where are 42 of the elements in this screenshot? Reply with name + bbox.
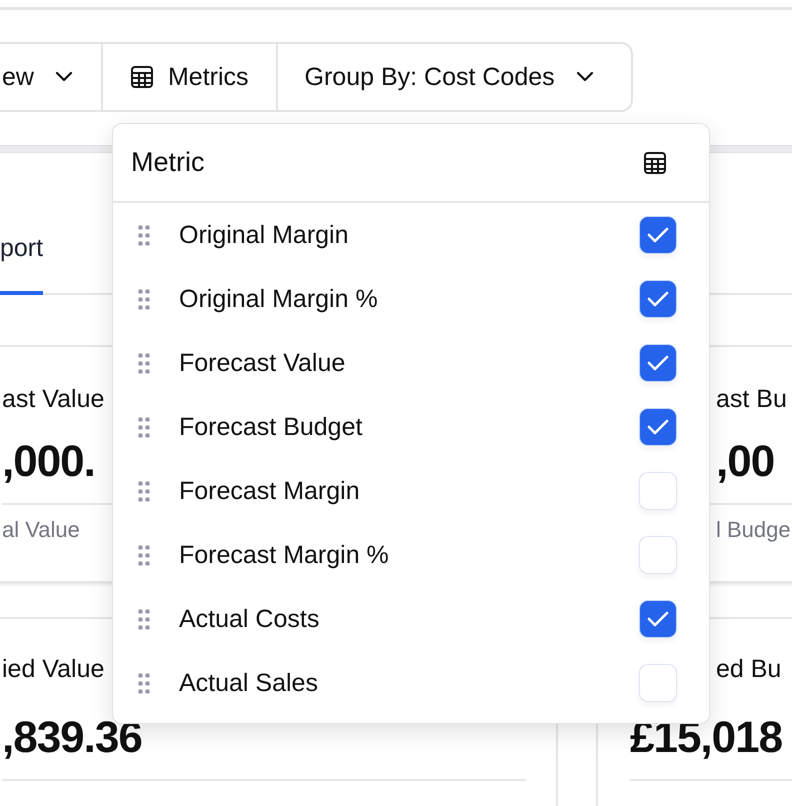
drag-handle-icon bbox=[138, 288, 150, 310]
checkbox[interactable] bbox=[639, 472, 677, 510]
checkbox[interactable] bbox=[639, 216, 677, 254]
check-icon bbox=[647, 226, 669, 244]
card-title: ast Value bbox=[2, 384, 104, 415]
drag-handle-icon bbox=[138, 544, 150, 566]
drag-handle-icon bbox=[138, 672, 150, 694]
metric-label: Forecast Margin bbox=[179, 476, 361, 506]
checkbox[interactable] bbox=[639, 664, 677, 702]
metric-label: Original Margin bbox=[179, 220, 350, 250]
metric-label: Actual Sales bbox=[179, 668, 319, 698]
tab[interactable]: port bbox=[0, 234, 44, 295]
check-icon bbox=[647, 610, 669, 628]
metric-label: Forecast Margin % bbox=[179, 540, 390, 570]
card-caption: l Budge bbox=[716, 516, 791, 544]
toolbar-button[interactable]: Metrics bbox=[102, 42, 278, 112]
card-title: ied Value bbox=[2, 654, 104, 685]
check-icon bbox=[647, 354, 669, 372]
checkbox[interactable] bbox=[639, 536, 677, 574]
checkbox[interactable] bbox=[639, 344, 677, 382]
metric-label: Actual Costs bbox=[179, 604, 320, 634]
check-icon bbox=[647, 290, 669, 308]
table-icon bbox=[130, 65, 154, 89]
drag-handle-icon bbox=[138, 224, 150, 246]
toolbar-button[interactable]: Group By: Cost Codes bbox=[278, 42, 633, 112]
metric-label: Forecast Budget bbox=[179, 412, 364, 442]
drag-handle-icon bbox=[138, 480, 150, 502]
toolbar-button[interactable]: ew bbox=[0, 42, 103, 112]
drag-handle-icon bbox=[138, 608, 150, 630]
table-icon bbox=[643, 150, 667, 174]
check-icon bbox=[647, 418, 669, 436]
card-caption: al Value bbox=[2, 516, 80, 544]
menu-title: Metric bbox=[131, 147, 204, 178]
drag-handle-icon bbox=[138, 416, 150, 438]
metric-label: Forecast Value bbox=[179, 348, 346, 378]
card-title: ast Bu bbox=[716, 384, 787, 415]
checkbox[interactable] bbox=[639, 600, 677, 638]
metric-label: Original Margin % bbox=[179, 284, 379, 314]
checkbox[interactable] bbox=[639, 280, 677, 318]
drag-handle-icon bbox=[138, 352, 150, 374]
checkbox[interactable] bbox=[639, 408, 677, 446]
card-title: ed Bu bbox=[716, 654, 782, 685]
